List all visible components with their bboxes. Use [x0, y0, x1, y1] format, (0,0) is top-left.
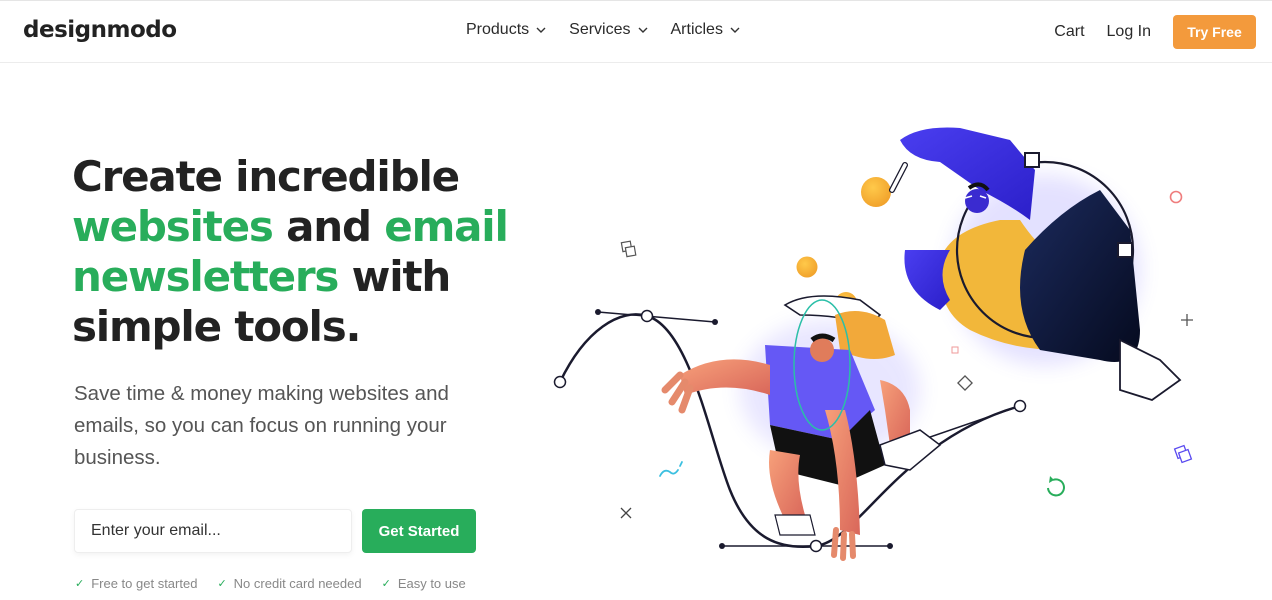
title-and: and: [272, 202, 385, 251]
ball-large: [861, 177, 891, 207]
chevron-down-icon: [536, 27, 546, 33]
try-free-button[interactable]: Try Free: [1173, 15, 1256, 49]
nav-articles-label: Articles: [670, 21, 723, 38]
character-right: [889, 127, 1182, 401]
cart-link[interactable]: Cart: [1054, 23, 1084, 41]
chevron-down-icon: [638, 27, 647, 33]
email-input[interactable]: [74, 509, 352, 553]
perk-label: Free to get started: [91, 576, 198, 591]
hero-subtitle: Save time & money making websites and em…: [74, 382, 449, 469]
check-icon: ✓: [381, 578, 391, 590]
title-highlight-websites: websites: [72, 202, 274, 251]
perk-item: ✓ No credit card needed: [217, 576, 361, 591]
logo[interactable]: designmodo: [23, 17, 177, 43]
character-left: [661, 295, 942, 561]
nav-services-label: Services: [569, 21, 631, 38]
perk-item: ✓ Free to get started: [75, 576, 197, 591]
account-nav: Cart Log In Try Free: [1054, 15, 1256, 49]
title-line-1: Create incredible: [72, 152, 460, 201]
perk-label: No credit card needed: [233, 576, 362, 591]
title-line-4: simple tools.: [72, 302, 361, 351]
chevron-down-icon: [730, 27, 740, 33]
title-with: with: [338, 252, 452, 301]
main-nav: Products Services Articles: [466, 21, 741, 39]
login-link[interactable]: Log In: [1107, 23, 1151, 41]
perk-label: Easy to use: [397, 576, 466, 591]
ball-small: [796, 256, 818, 278]
nav-products[interactable]: Products: [466, 21, 547, 39]
check-icon: ✓: [75, 578, 85, 590]
title-highlight-newsletters: newsletters: [72, 252, 339, 301]
hero-title: Create incredible websites and email new…: [72, 152, 512, 352]
perks-list: ✓ Free to get started ✓ No credit card n…: [75, 576, 466, 591]
nav-services[interactable]: Services: [569, 21, 648, 39]
site-header: designmodo Products Services Articles Ca…: [0, 1, 1272, 63]
get-started-button[interactable]: Get Started: [362, 509, 476, 553]
title-highlight-email: email: [384, 202, 509, 251]
nav-products-label: Products: [466, 21, 530, 38]
nav-articles[interactable]: Articles: [671, 21, 741, 39]
check-icon: ✓: [217, 578, 227, 590]
hero-illustration: [553, 127, 1193, 561]
perk-item: ✓ Easy to use: [382, 576, 466, 591]
